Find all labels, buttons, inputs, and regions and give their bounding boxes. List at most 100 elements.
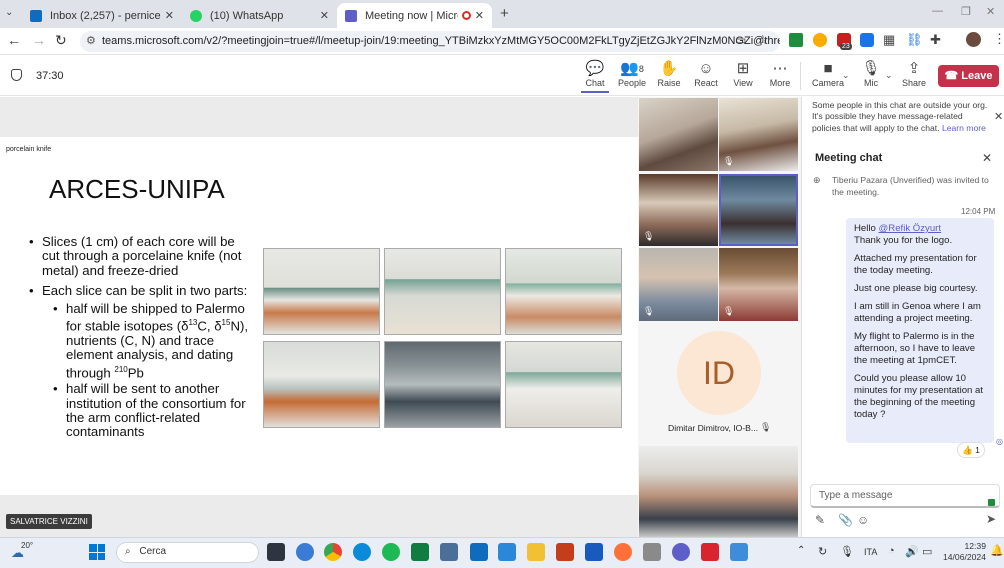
external-policy-banner: Some people in this chat are outside you… bbox=[812, 100, 988, 133]
back-arrow-icon[interactable]: ← bbox=[7, 32, 21, 48]
chrome-icon[interactable] bbox=[324, 543, 342, 561]
tab-teams-meeting[interactable]: Meeting now | Microsoft Te ✕ bbox=[337, 3, 492, 28]
more-button[interactable]: ⋯ More bbox=[760, 60, 800, 88]
wifi-icon[interactable]: ◔ bbox=[888, 545, 895, 557]
loop-status-icon bbox=[988, 499, 995, 506]
file-explorer-icon[interactable] bbox=[527, 543, 545, 561]
spotify-icon[interactable] bbox=[382, 543, 400, 561]
tab-whatsapp[interactable]: (10) WhatsApp ✕ bbox=[182, 3, 337, 28]
start-windows-icon[interactable] bbox=[89, 544, 105, 560]
chat-bubble-icon: 💬 bbox=[585, 60, 605, 77]
store-icon[interactable] bbox=[440, 543, 458, 561]
tray-overflow-chevron-icon[interactable]: ⌃ bbox=[797, 545, 805, 556]
reload-icon[interactable]: ↻ bbox=[55, 32, 67, 49]
grid-extension-icon[interactable]: ▦ bbox=[883, 32, 895, 48]
participant-video-tile[interactable] bbox=[639, 98, 718, 171]
shield-icon bbox=[11, 69, 22, 81]
teams-chat-icon[interactable] bbox=[296, 543, 314, 561]
share-tray-icon: ⇪ bbox=[907, 60, 921, 77]
reaction-chip[interactable]: 👍 1 bbox=[957, 442, 985, 458]
word-icon[interactable] bbox=[585, 543, 603, 561]
participant-video-tile[interactable]: 🎙 bbox=[639, 174, 718, 246]
close-icon[interactable]: ✕ bbox=[475, 9, 484, 22]
bookmark-star-icon[interactable]: ☆ bbox=[757, 32, 769, 48]
emoji-icon[interactable]: ☺ bbox=[857, 513, 869, 527]
mic-options-chevron-icon[interactable]: ⌄ bbox=[885, 70, 893, 81]
send-icon[interactable]: ➤ bbox=[986, 512, 996, 526]
attach-icon[interactable]: 📎 bbox=[838, 513, 853, 527]
notifications-bell-icon[interactable]: 🔔 bbox=[990, 544, 1004, 557]
extensions-puzzle-icon[interactable]: ✚ bbox=[930, 32, 941, 48]
extension-yellow-icon[interactable] bbox=[813, 33, 827, 47]
active-tab-indicator bbox=[581, 91, 609, 93]
mic-muted-icon: 🎙 bbox=[643, 306, 655, 316]
camera-options-chevron-icon[interactable]: ⌄ bbox=[842, 70, 850, 81]
participant-video-tile[interactable]: 🎙 bbox=[719, 98, 798, 171]
profile-avatar[interactable] bbox=[966, 32, 981, 47]
view-button[interactable]: ⊞ View bbox=[723, 60, 763, 88]
people-button[interactable]: 👥8 People bbox=[612, 60, 652, 88]
acrobat-icon[interactable] bbox=[701, 543, 719, 561]
raise-hand-button[interactable]: ✋ Raise bbox=[649, 60, 689, 88]
photos-icon[interactable] bbox=[730, 543, 748, 561]
share-button[interactable]: ⇪ Share bbox=[894, 60, 934, 88]
chat-message-input[interactable]: Type a message bbox=[810, 484, 1000, 508]
sync-icon[interactable]: ↻ bbox=[818, 545, 827, 558]
input-language[interactable]: ITA bbox=[864, 547, 877, 557]
calculator-icon[interactable] bbox=[643, 543, 661, 561]
lab-photo-2 bbox=[384, 248, 501, 335]
participant-video-tile[interactable] bbox=[639, 446, 798, 537]
close-window-icon[interactable]: ✕ bbox=[986, 5, 995, 18]
participant-video-tile[interactable]: 🎙 bbox=[719, 248, 798, 321]
outlook-icon[interactable] bbox=[470, 543, 488, 561]
learn-more-link[interactable]: Learn more bbox=[942, 123, 986, 133]
battery-icon[interactable]: ▭ bbox=[922, 545, 932, 558]
participant-avatar[interactable]: ID bbox=[677, 331, 761, 415]
volume-icon[interactable]: 🔊 bbox=[905, 545, 919, 558]
close-icon[interactable]: ✕ bbox=[320, 9, 329, 22]
chat-message-bubble[interactable]: Hello @Refik Özyurt Thank you for the log… bbox=[846, 218, 994, 443]
microphone-tray-icon[interactable]: 🎙 bbox=[840, 545, 854, 558]
person-added-icon: ⊕ bbox=[813, 176, 821, 185]
taskbar-search-box[interactable]: ⌕ Cerca bbox=[116, 542, 259, 563]
chat-panel-title: Meeting chat bbox=[815, 152, 883, 164]
excel-icon[interactable] bbox=[411, 543, 429, 561]
new-tab-plus-icon[interactable]: + bbox=[500, 5, 509, 22]
close-chat-icon[interactable]: ✕ bbox=[982, 151, 992, 165]
mic-muted-icon: 🎙 bbox=[723, 156, 735, 166]
teams-icon[interactable] bbox=[672, 543, 690, 561]
task-view-icon[interactable] bbox=[267, 543, 285, 561]
forward-arrow-icon[interactable]: → bbox=[32, 32, 46, 48]
participant-video-tile[interactable]: 🎙 bbox=[639, 248, 718, 321]
firefox-icon[interactable] bbox=[614, 543, 632, 561]
grid-view-icon: ⊞ bbox=[736, 60, 750, 77]
taskbar-clock[interactable]: 12:39 14/06/2024 bbox=[940, 541, 986, 563]
format-text-icon[interactable]: ✎ bbox=[815, 513, 825, 527]
participant-video-tile-speaking[interactable] bbox=[719, 174, 798, 246]
slide-body: • Slices (1 cm) of each core will be cut… bbox=[29, 234, 254, 440]
close-banner-icon[interactable]: ✕ bbox=[994, 110, 1003, 123]
react-button[interactable]: ☺ React bbox=[686, 60, 726, 88]
edge-icon[interactable] bbox=[353, 543, 371, 561]
maximize-icon[interactable]: ❐ bbox=[961, 5, 971, 18]
extension-blue-icon[interactable] bbox=[860, 33, 874, 47]
minimize-icon[interactable]: — bbox=[932, 5, 943, 17]
mention-link[interactable]: @Refik Özyurt bbox=[879, 223, 942, 234]
extension-green-icon[interactable] bbox=[789, 33, 803, 47]
lab-photo-6 bbox=[505, 341, 622, 428]
cast-icon[interactable]: ▭ bbox=[735, 33, 746, 47]
lab-photo-3 bbox=[505, 248, 622, 335]
powerpoint-icon[interactable] bbox=[556, 543, 574, 561]
slide-header-note: porcelain knife bbox=[6, 146, 52, 153]
link-extension-icon[interactable]: ⛓ bbox=[906, 32, 923, 48]
more-dots-icon: ⋯ bbox=[772, 60, 788, 77]
tab-list-chevron-icon[interactable]: ⌄ bbox=[5, 7, 13, 18]
leave-button[interactable]: ☎ Leave bbox=[938, 65, 999, 87]
close-icon[interactable]: ✕ bbox=[165, 9, 174, 22]
site-settings-icon[interactable]: ⚙ bbox=[86, 34, 96, 47]
browser-menu-icon[interactable]: ⋮ bbox=[993, 31, 1004, 47]
tab-inbox[interactable]: Inbox (2,257) - pernice.alessand ✕ bbox=[22, 3, 182, 28]
chat-button[interactable]: 💬 Chat bbox=[575, 60, 615, 88]
address-bar[interactable]: ⚙ teams.microsoft.com/v2/?meetingjoin=tr… bbox=[80, 31, 780, 52]
mail-icon[interactable] bbox=[498, 543, 516, 561]
